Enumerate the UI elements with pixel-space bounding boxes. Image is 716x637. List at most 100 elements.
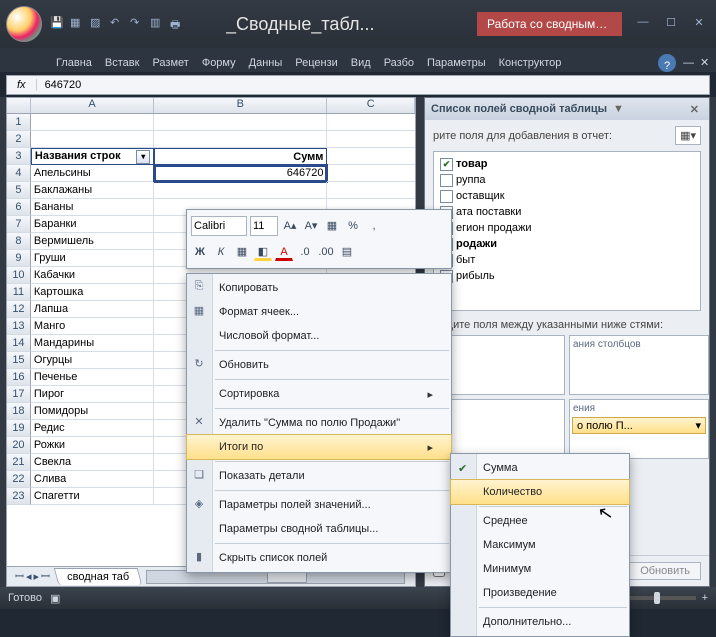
field-checkbox[interactable]: ата поставки xyxy=(438,204,696,220)
cell[interactable]: Апельсины xyxy=(31,165,154,182)
field-checkbox[interactable]: родажи xyxy=(438,236,696,252)
menu-totals-by[interactable]: Итоги по▸ xyxy=(187,435,451,459)
table-row[interactable]: 4Апельсины646720 xyxy=(7,165,415,182)
cell[interactable] xyxy=(31,114,154,131)
close-icon[interactable]: ✕ xyxy=(694,53,710,72)
submenu-product[interactable]: Произведение xyxy=(451,581,629,605)
undo-icon[interactable]: ↶ xyxy=(110,16,126,32)
tab[interactable]: Параметры xyxy=(421,54,492,72)
submenu-min[interactable]: Минимум xyxy=(451,557,629,581)
field-checkbox[interactable]: оставщик xyxy=(438,188,696,204)
field-checkbox[interactable]: егион продажи xyxy=(438,220,696,236)
print-icon[interactable]: 🖶 xyxy=(170,16,186,32)
row-header[interactable]: 11 xyxy=(7,284,31,301)
row-header[interactable]: 1 xyxy=(7,114,31,131)
row-header[interactable]: 15 xyxy=(7,352,31,369)
minimize-button[interactable]: — xyxy=(632,16,654,32)
tab[interactable]: Разбо xyxy=(378,54,420,72)
row-header[interactable]: 8 xyxy=(7,233,31,250)
row-header[interactable]: 18 xyxy=(7,403,31,420)
cell[interactable]: Сумм xyxy=(154,148,327,165)
cell[interactable]: Названия строк▾ xyxy=(31,148,154,165)
submenu-more[interactable]: Дополнительно... xyxy=(451,610,629,634)
row-header[interactable]: 6 xyxy=(7,199,31,216)
tab[interactable]: Рецензи xyxy=(289,54,344,72)
cell[interactable]: Манго xyxy=(31,318,154,335)
fill-color-icon[interactable]: ◧ xyxy=(254,243,272,261)
select-all-cell[interactable] xyxy=(7,98,31,113)
row-header[interactable]: 22 xyxy=(7,471,31,488)
sheet-tab[interactable]: сводная таб xyxy=(54,568,143,585)
cell[interactable]: Помидоры xyxy=(31,403,154,420)
row-header[interactable]: 4 xyxy=(7,165,31,182)
office-button[interactable] xyxy=(6,6,42,42)
bold-icon[interactable]: Ж xyxy=(191,243,209,261)
row-header[interactable]: 14 xyxy=(7,335,31,352)
cell[interactable]: Лапша xyxy=(31,301,154,318)
value-field-item[interactable]: о полю П...▾ xyxy=(572,417,706,434)
tab[interactable]: Главна xyxy=(50,54,98,72)
redo-icon[interactable]: ↷ xyxy=(130,16,146,32)
menu-refresh[interactable]: ↻Обновить xyxy=(187,353,451,377)
table-row[interactable]: 1 xyxy=(7,114,415,131)
fx-icon[interactable]: fx xyxy=(7,79,37,91)
cell[interactable] xyxy=(327,131,415,148)
chevron-down-icon[interactable]: ▼ xyxy=(613,103,624,115)
submenu-max[interactable]: Максимум xyxy=(451,533,629,557)
cell[interactable] xyxy=(154,114,327,131)
tab[interactable]: Данны xyxy=(243,54,289,72)
cell[interactable]: Редис xyxy=(31,420,154,437)
tab[interactable]: Вид xyxy=(345,54,377,72)
italic-icon[interactable]: К xyxy=(212,243,230,261)
field-checkbox[interactable]: рибыль xyxy=(438,268,696,284)
font-size-input[interactable] xyxy=(250,216,278,236)
cell[interactable]: Вермишель xyxy=(31,233,154,250)
layout-options-button[interactable]: ▦▾ xyxy=(675,126,701,145)
cell[interactable]: Баранки xyxy=(31,216,154,233)
field-checkbox[interactable]: быт xyxy=(438,252,696,268)
minimize-ribbon-icon[interactable]: — xyxy=(677,54,693,72)
row-header[interactable]: 3 xyxy=(7,148,31,165)
submenu-count[interactable]: Количество xyxy=(451,480,629,504)
cell[interactable]: Бананы xyxy=(31,199,154,216)
qat-icon[interactable]: ▨ xyxy=(90,16,106,32)
border-icon[interactable]: ▦ xyxy=(233,243,251,261)
table-row[interactable]: 5Баклажаны xyxy=(7,182,415,199)
update-button[interactable]: Обновить xyxy=(629,562,701,580)
field-list[interactable]: товарруппаоставщиката поставкиегион прод… xyxy=(433,151,701,311)
field-checkbox[interactable]: товар xyxy=(438,156,696,172)
sheet-nav[interactable]: ꟷ◂▸ꟷ xyxy=(11,569,56,584)
close-button[interactable]: ✕ xyxy=(688,16,710,32)
qat-icon[interactable]: ▥ xyxy=(150,16,166,32)
cell[interactable] xyxy=(31,131,154,148)
cell[interactable]: Груши xyxy=(31,250,154,267)
cell[interactable]: Спагетти xyxy=(31,488,154,505)
maximize-button[interactable]: ☐ xyxy=(660,16,682,32)
cell[interactable] xyxy=(154,131,327,148)
cell[interactable]: Слива xyxy=(31,471,154,488)
tab[interactable]: Конструктор xyxy=(493,54,568,72)
merge-icon[interactable]: ▤ xyxy=(338,243,356,261)
cell[interactable]: 646720 xyxy=(154,165,327,182)
col-header[interactable]: C xyxy=(327,98,415,113)
cell[interactable]: Картошка xyxy=(31,284,154,301)
qat-icon[interactable]: ▦ xyxy=(70,16,86,32)
menu-number-format[interactable]: Числовой формат... xyxy=(187,324,451,348)
cell[interactable]: Печенье xyxy=(31,369,154,386)
font-color-icon[interactable]: A xyxy=(275,243,293,261)
menu-remove-field[interactable]: ✕Удалить "Сумма по полю Продажи" xyxy=(187,411,451,435)
table-row[interactable]: 3Названия строк▾Сумм xyxy=(7,148,415,165)
cell[interactable]: Мандарины xyxy=(31,335,154,352)
menu-hide-field-list[interactable]: ▮Скрыть список полей xyxy=(187,546,451,570)
decrease-decimal-icon[interactable]: .0 xyxy=(296,243,314,261)
font-name-input[interactable] xyxy=(191,216,247,236)
cell[interactable] xyxy=(327,182,415,199)
comma-icon[interactable]: , xyxy=(365,217,383,235)
field-checkbox[interactable]: руппа xyxy=(438,172,696,188)
col-header[interactable]: B xyxy=(154,98,327,113)
filter-dropdown[interactable]: ▾ xyxy=(136,150,150,164)
formula-value[interactable]: 646720 xyxy=(37,79,90,91)
row-header[interactable]: 19 xyxy=(7,420,31,437)
menu-copy[interactable]: ⎘Копировать xyxy=(187,276,451,300)
zoom-in-icon[interactable]: + xyxy=(702,592,708,604)
